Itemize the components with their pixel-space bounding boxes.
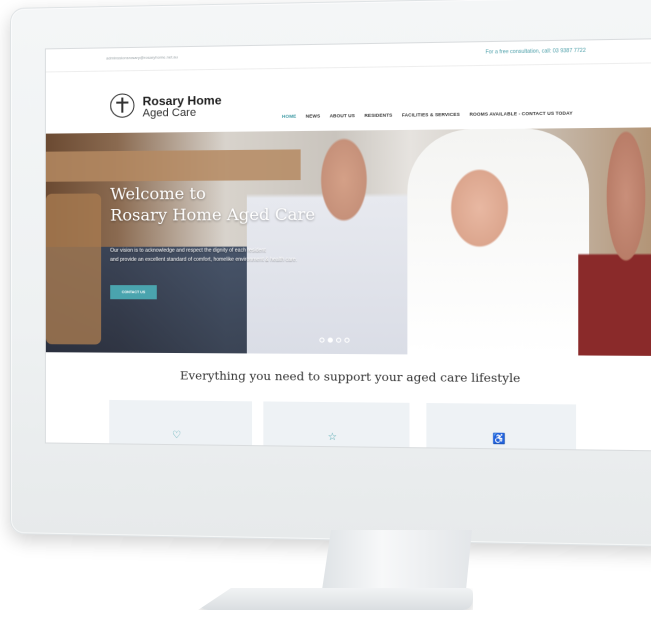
cross-logo-icon[interactable] <box>110 93 135 118</box>
nav-item-facilities-services[interactable]: FACILITIES & SERVICES <box>402 112 460 118</box>
slider-dot-1[interactable] <box>319 337 325 343</box>
monitor-bezel: adminssionsrosary@rosaryhome.net.au For … <box>10 0 651 548</box>
heart-icon: ♡ <box>172 429 182 442</box>
hero-slider: Welcome to Rosary Home Aged Care Our vis… <box>45 127 651 356</box>
hero-photo-nun <box>407 128 590 356</box>
logo-subtitle[interactable]: Aged Care <box>143 107 197 120</box>
slider-dot-2[interactable] <box>327 337 333 343</box>
feature-card-care[interactable]: ♡ <box>109 399 253 452</box>
hero-text-line2: and provide an excellent standard of com… <box>110 256 298 263</box>
section-title: Everything you need to support your aged… <box>179 368 521 386</box>
feature-card-quality[interactable]: ☆ <box>263 401 410 452</box>
slider-dots <box>319 337 350 343</box>
hero-title: Welcome to Rosary Home Aged Care <box>110 182 315 226</box>
contact-us-button[interactable]: CONTACT US <box>110 285 157 300</box>
hero-description: Our vision is to acknowledge and respect… <box>110 246 357 265</box>
hero-photo-resident <box>578 127 651 356</box>
nav-item-rooms-available[interactable]: ROOMS AVAILABLE - CONTACT US TODAY <box>469 110 572 116</box>
nav-item-news[interactable]: NEWS <box>306 113 320 118</box>
hero-text-line1: Our vision is to acknowledge and respect… <box>110 247 266 254</box>
site-header: Rosary Home Aged Care HOME NEWS ABOUT US… <box>46 62 651 133</box>
monitor-stand-neck <box>322 530 472 590</box>
wheelchair-icon: ♿ <box>492 433 506 446</box>
hero-photo-elderly-man <box>246 129 425 355</box>
hero-title-line2: Rosary Home Aged Care <box>110 204 316 225</box>
slider-dot-4[interactable] <box>344 337 350 343</box>
feature-card-accessibility[interactable]: ♿ <box>426 403 577 452</box>
consultation-phone[interactable]: For a free consultation, call: 03 9387 7… <box>485 48 585 56</box>
nav-item-home[interactable]: HOME <box>282 114 296 119</box>
slider-dot-3[interactable] <box>336 337 342 343</box>
hero-title-line1: Welcome to <box>110 183 206 204</box>
nav-item-residents[interactable]: RESIDENTS <box>364 113 392 118</box>
monitor-stand-base <box>198 588 473 610</box>
nav-item-about-us[interactable]: ABOUT US <box>330 113 355 118</box>
browser-screen: adminssionsrosary@rosaryhome.net.au For … <box>44 38 651 452</box>
main-nav: HOME NEWS ABOUT US RESIDENTS FACILITIES … <box>282 110 573 118</box>
star-icon: ☆ <box>327 431 338 444</box>
contact-email[interactable]: adminssionsrosary@rosaryhome.net.au <box>106 54 178 60</box>
hero-photo-chair <box>45 193 102 345</box>
